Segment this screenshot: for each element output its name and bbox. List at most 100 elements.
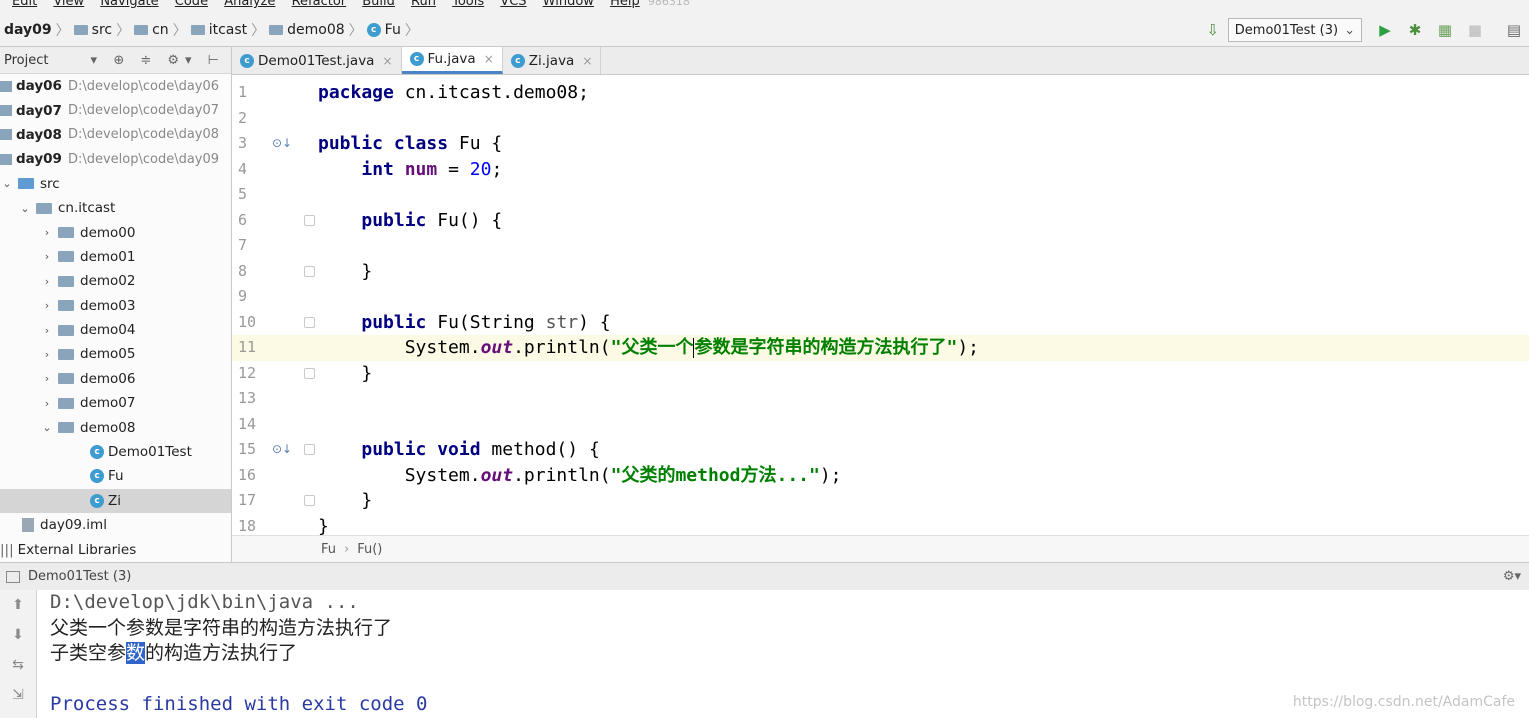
tree-item-demo07[interactable]: › demo07 xyxy=(0,391,231,415)
project-panel-header: Project ▾ ⊕ ≑ ⚙▾ ⊢ xyxy=(0,47,231,74)
tab-zi[interactable]: c Zi.java × xyxy=(503,47,602,74)
editor-crumb-class[interactable]: Fu xyxy=(321,542,336,557)
project-view-select[interactable]: Project xyxy=(4,53,48,68)
build-icon[interactable]: ⇩ xyxy=(1201,18,1225,42)
tree-item-demo03[interactable]: › demo03 xyxy=(0,294,231,318)
menu-vcs[interactable]: VCS xyxy=(500,0,526,9)
tree-item-day09[interactable]: day09 D:\develop\code\day09 xyxy=(0,147,231,171)
override-gutter-icon[interactable]: ⊙↓ xyxy=(272,136,292,150)
scroll-to-end-icon[interactable]: ⇲ xyxy=(0,680,36,710)
crumb-itcast[interactable]: itcast xyxy=(209,22,247,38)
chevron-right-icon[interactable]: › xyxy=(40,397,54,410)
menu-code[interactable]: Code xyxy=(175,0,208,9)
class-icon: c xyxy=(409,52,424,66)
chevron-down-icon[interactable]: ⌄ xyxy=(40,421,54,434)
fold-marker[interactable] xyxy=(304,265,315,277)
code-line: 7 xyxy=(238,236,248,254)
crumb-src[interactable]: src xyxy=(92,22,112,38)
code-editor[interactable]: 1 package cn.itcast.demo08; 2 3 ⊙↓ public c… xyxy=(232,75,1529,535)
code-line: 12 } xyxy=(238,362,373,384)
close-icon[interactable]: × xyxy=(582,54,592,68)
tree-item-src[interactable]: ⌄ src xyxy=(0,172,231,196)
tree-item-demo01test[interactable]: c Demo01Test xyxy=(0,440,231,464)
menu-analyze[interactable]: Analyze xyxy=(224,0,275,9)
tree-item-external-libraries[interactable]: ||| External Libraries xyxy=(0,537,231,561)
coverage-icon[interactable]: ▦ xyxy=(1433,18,1457,42)
menu-navigate[interactable]: Navigate xyxy=(100,0,158,9)
gear-icon[interactable]: ⚙▾ xyxy=(1503,569,1521,584)
folder-icon xyxy=(18,178,34,190)
run-config-select[interactable]: Demo01Test (3) ⌄ xyxy=(1227,18,1362,42)
chevron-down-icon[interactable]: ⌄ xyxy=(18,202,32,215)
override-gutter-icon[interactable]: ⊙↓ xyxy=(272,442,292,456)
project-structure-icon[interactable]: ▤ xyxy=(1502,18,1526,42)
run-console[interactable]: ⬆ ⬇ ⇆ ⇲ D:\develop\jdk\bin\java ... 父类一个… xyxy=(0,590,1529,718)
chevron-right-icon[interactable]: › xyxy=(40,275,54,288)
debug-icon[interactable]: ✱ xyxy=(1403,18,1427,42)
tab-demo01test[interactable]: c Demo01Test.java × xyxy=(232,47,402,74)
module-icon xyxy=(0,129,12,141)
menu-view[interactable]: View xyxy=(53,0,84,9)
run-panel-header: Demo01Test (3) ⚙▾ xyxy=(0,562,1529,591)
menu-help[interactable]: Help xyxy=(610,0,640,9)
chevron-right-icon[interactable]: › xyxy=(40,372,54,385)
tree-item-demo05[interactable]: › demo05 xyxy=(0,342,231,366)
class-icon: c xyxy=(90,493,104,508)
package-icon xyxy=(190,25,205,35)
crumb-fu[interactable]: Fu xyxy=(385,22,401,38)
stop-icon[interactable]: ■ xyxy=(1463,18,1487,42)
crumb-cn[interactable]: cn xyxy=(152,22,169,38)
chevron-right-icon[interactable]: › xyxy=(40,226,54,239)
fold-marker[interactable] xyxy=(304,367,315,379)
tree-item-fu[interactable]: c Fu xyxy=(0,464,231,488)
package-icon xyxy=(58,324,74,336)
code-line: 13 xyxy=(238,389,257,407)
tree-item-day07[interactable]: day07 D:\develop\code\day07 xyxy=(0,98,231,122)
tree-item-demo06[interactable]: › demo06 xyxy=(0,367,231,391)
chevron-right-icon[interactable]: › xyxy=(40,324,54,337)
menu-window[interactable]: Window xyxy=(543,0,594,9)
tree-item-day09-iml[interactable]: day09.iml xyxy=(0,513,231,537)
run-panel-title[interactable]: Demo01Test (3) xyxy=(28,569,131,584)
fold-marker[interactable] xyxy=(304,444,315,455)
close-icon[interactable]: × xyxy=(484,52,494,66)
menu-refactor[interactable]: Refactor xyxy=(292,0,347,9)
code-line: 9 xyxy=(238,287,248,305)
soft-wrap-icon[interactable]: ⇆ xyxy=(0,650,36,680)
editor-crumb-method[interactable]: Fu() xyxy=(357,542,382,557)
fold-marker[interactable] xyxy=(304,214,315,226)
tree-item-demo02[interactable]: › demo02 xyxy=(0,269,231,293)
editor-breadcrumb: Fu › Fu() xyxy=(232,535,1529,562)
crumb-day09[interactable]: day09 xyxy=(4,22,52,38)
tree-item-demo01[interactable]: › demo01 xyxy=(0,245,231,269)
down-arrow-icon[interactable]: ⬇ xyxy=(0,620,36,650)
fold-marker[interactable] xyxy=(304,495,315,506)
menu-edit[interactable]: Edit xyxy=(12,0,37,9)
tree-item-demo04[interactable]: › demo04 xyxy=(0,318,231,342)
tree-item-demo08[interactable]: ⌄ demo08 xyxy=(0,415,231,439)
navigation-bar: day09 〉 src 〉 cn 〉 itcast 〉 demo08 〉 c Fu 〉 ⇩ D… xyxy=(0,14,1529,47)
chevron-down-icon[interactable]: ⌄ xyxy=(0,177,14,190)
project-header-icons[interactable]: ⊕ ≑ ⚙▾ ⊢ xyxy=(113,53,225,68)
menu-tools[interactable]: Tools xyxy=(452,0,484,9)
chevron-right-icon[interactable]: › xyxy=(40,250,54,263)
close-icon[interactable]: × xyxy=(382,54,392,68)
tree-item-day08[interactable]: day08 D:\develop\code\day08 xyxy=(0,123,231,147)
run-tab-icon xyxy=(6,570,20,583)
chevron-right-icon[interactable]: › xyxy=(40,348,54,361)
up-arrow-icon[interactable]: ⬆ xyxy=(0,590,36,620)
fold-marker[interactable] xyxy=(304,316,315,328)
class-icon: c xyxy=(510,53,525,68)
crumb-demo08[interactable]: demo08 xyxy=(287,22,345,38)
run-icon[interactable]: ▶ xyxy=(1373,18,1397,42)
tab-fu[interactable]: c Fu.java × xyxy=(401,47,503,74)
chevron-down-icon[interactable]: ▾ xyxy=(90,53,97,68)
menu-build[interactable]: Build xyxy=(362,0,395,9)
tree-item-cn-itcast[interactable]: ⌄ cn.itcast xyxy=(0,196,231,220)
menu-run[interactable]: Run xyxy=(411,0,436,9)
tree-item-demo00[interactable]: › demo00 xyxy=(0,220,231,244)
package-icon xyxy=(58,275,74,287)
tree-item-day06[interactable]: day06 D:\develop\code\day06 xyxy=(0,74,231,98)
chevron-right-icon[interactable]: › xyxy=(40,299,54,312)
tree-item-zi[interactable]: c Zi xyxy=(0,488,231,514)
